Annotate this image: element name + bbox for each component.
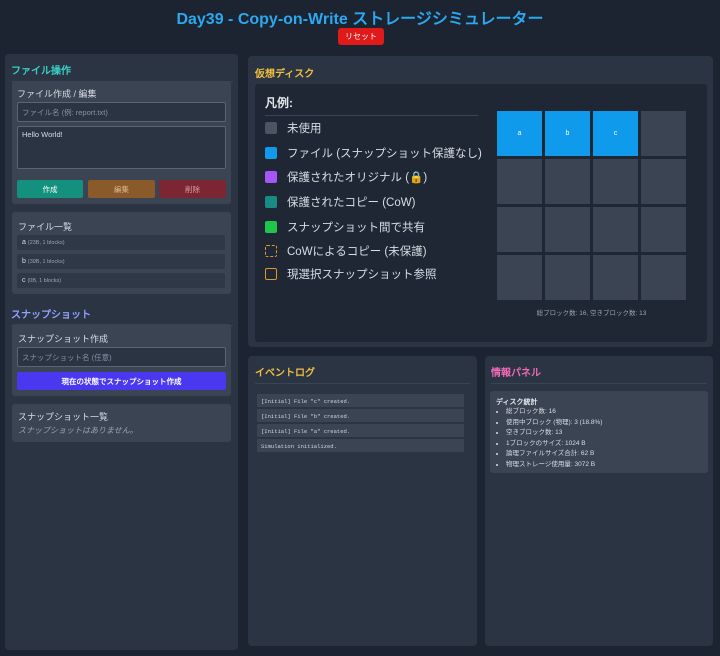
stat-item: 総ブロック数: 16	[506, 407, 602, 418]
snapshot-create-title: スナップショット作成	[18, 334, 109, 344]
disk-block[interactable]: a	[497, 111, 542, 156]
stat-item: 論理ファイルサイズ合計: 62 B	[506, 449, 602, 460]
legend-unused: 未使用	[265, 120, 322, 136]
disk-block[interactable]	[641, 111, 686, 156]
reset-button[interactable]: リセット	[338, 28, 384, 45]
file-list-title: ファイル一覧	[18, 222, 73, 232]
page-title: Day39 - Copy-on-Write ストレージシミュレーター	[176, 11, 544, 28]
disk-block[interactable]	[593, 255, 638, 300]
file-list-item[interactable]: c (0B, 1 blocks)	[17, 273, 225, 288]
disk-block[interactable]	[593, 159, 638, 204]
disk-block[interactable]	[497, 159, 542, 204]
delete-file-button[interactable]: 削除	[159, 180, 226, 198]
legend-cow-copy: CoWによるコピー (未保護)	[265, 243, 427, 259]
event-log-panel: イベントログ [Initial] File "c" created. [Init…	[248, 356, 477, 646]
disk-block[interactable]	[593, 207, 638, 252]
file-meta: (39B, 1 blocks)	[27, 259, 65, 265]
legend-swatch	[265, 245, 277, 257]
disk-block[interactable]	[497, 255, 542, 300]
disk-block[interactable]	[545, 207, 590, 252]
virtual-disk-panel: 仮想ディスク 凡例: 未使用 ファイル (スナップショット保護なし) 保護された…	[248, 56, 713, 347]
file-ops-title: ファイル操作	[11, 62, 233, 82]
log-entry: Simulation initialized.	[257, 439, 464, 452]
disk-block[interactable]: c	[593, 111, 638, 156]
file-name: c	[22, 277, 26, 284]
legend-swatch	[265, 147, 277, 159]
disk-block[interactable]	[641, 159, 686, 204]
snapshot-name-input[interactable]	[17, 347, 226, 367]
legend-shared: スナップショット間で共有	[265, 219, 425, 235]
snapshot-create-card: スナップショット作成 現在の状態でスナップショット作成	[12, 324, 231, 396]
filename-input[interactable]	[17, 102, 226, 122]
disk-block[interactable]	[545, 255, 590, 300]
disk-summary: 総ブロック数: 16, 空きブロック数: 13	[536, 310, 647, 317]
disk-area: 凡例: 未使用 ファイル (スナップショット保護なし) 保護されたオリジナル (…	[255, 84, 707, 342]
legend-title: 凡例:	[265, 94, 478, 116]
create-file-button[interactable]: 作成	[17, 180, 83, 198]
virtual-disk-title: 仮想ディスク	[255, 69, 315, 80]
legend-protected-copy: 保護されたコピー (CoW)	[265, 194, 415, 210]
file-meta: (0B, 1 blocks)	[27, 278, 62, 284]
edit-file-button[interactable]: 編集	[88, 180, 155, 198]
legend-swatch	[265, 221, 277, 233]
info-panel: 情報パネル ディスク統計 総ブロック数: 16 使用中ブロック (物理): 3 …	[485, 356, 713, 646]
file-editor-title: ファイル作成 / 編集	[17, 89, 97, 99]
file-content-textarea[interactable]: Hello World!	[17, 126, 226, 169]
stat-item: 空きブロック数: 13	[506, 428, 602, 439]
info-panel-title: 情報パネル	[491, 364, 707, 384]
stat-item: 使用中ブロック (物理): 3 (18.8%)	[506, 418, 602, 429]
stat-item: 物理ストレージ使用量: 3072 B	[506, 460, 602, 471]
log-entry: [Initial] File "a" created.	[257, 424, 464, 437]
disk-stats-card: ディスク統計 総ブロック数: 16 使用中ブロック (物理): 3 (18.8%…	[490, 391, 708, 473]
snapshot-list-card: スナップショット一覧 スナップショットはありません。	[12, 404, 231, 442]
file-meta: (23B, 1 blocks)	[27, 240, 65, 246]
file-editor-card: ファイル作成 / 編集 Hello World! 作成 編集 削除	[12, 81, 231, 204]
file-list-card: ファイル一覧 a (23B, 1 blocks) b (39B, 1 block…	[12, 212, 231, 294]
snapshot-section-title: スナップショット	[11, 306, 233, 326]
disk-stats-title: ディスク統計	[496, 399, 538, 406]
legend-swatch	[265, 122, 277, 134]
legend-swatch	[265, 171, 277, 183]
log-entry: [Initial] File "c" created.	[257, 394, 464, 407]
log-entry: [Initial] File "b" created.	[257, 409, 464, 422]
file-name: a	[22, 239, 26, 246]
disk-block[interactable]	[545, 159, 590, 204]
file-list-item[interactable]: b (39B, 1 blocks)	[17, 254, 225, 269]
disk-block[interactable]	[641, 207, 686, 252]
legend-file: ファイル (スナップショット保護なし)	[265, 145, 482, 161]
snapshot-list-title: スナップショット一覧	[18, 412, 109, 422]
create-snapshot-button[interactable]: 現在の状態でスナップショット作成	[17, 372, 226, 390]
legend-protected-original: 保護されたオリジナル (🔒)	[265, 169, 427, 185]
snapshot-empty-text: スナップショットはありません。	[18, 426, 138, 435]
file-list-item[interactable]: a (23B, 1 blocks)	[17, 235, 225, 250]
file-name: b	[22, 258, 26, 265]
disk-block[interactable]	[641, 255, 686, 300]
event-log-title: イベントログ	[255, 364, 470, 384]
legend-current-ref: 現選択スナップショット参照	[265, 266, 437, 282]
disk-stats-list: 総ブロック数: 16 使用中ブロック (物理): 3 (18.8%) 空きブロッ…	[496, 407, 602, 470]
left-panel: ファイル操作 ファイル作成 / 編集 Hello World! 作成 編集 削除…	[5, 54, 238, 650]
legend-swatch	[265, 268, 277, 280]
stat-item: 1ブロックのサイズ: 1024 B	[506, 439, 602, 450]
legend-swatch	[265, 196, 277, 208]
disk-block[interactable]: b	[545, 111, 590, 156]
disk-block[interactable]	[497, 207, 542, 252]
